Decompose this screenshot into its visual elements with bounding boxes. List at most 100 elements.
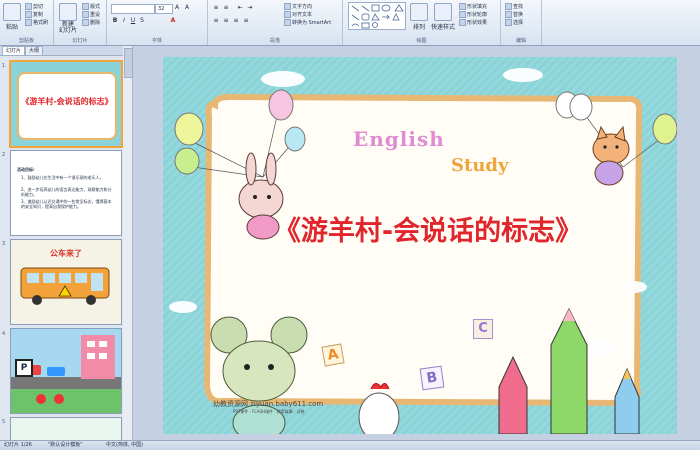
align-center-icon[interactable]: ≡: [222, 17, 230, 25]
slide-number: 1: [2, 63, 6, 69]
decrease-indent-icon[interactable]: ⇤: [236, 4, 244, 12]
copy-icon: [25, 11, 32, 18]
thumb2-heading: 活动目标:: [17, 167, 35, 172]
bus-icon: [20, 267, 110, 305]
smartart-icon: [284, 19, 291, 26]
text-direction-button[interactable]: 文字方向: [284, 3, 312, 10]
letter-block-c: C: [473, 319, 493, 339]
replace-button[interactable]: 替换: [505, 11, 523, 18]
effects-icon: [459, 19, 466, 26]
slide-canvas: English Study 《游羊村-会说话的标志》 A B C 幼教资源网 z…: [133, 46, 700, 440]
tab-outline[interactable]: 大纲: [25, 46, 44, 55]
align-text-button[interactable]: 对齐文本: [284, 11, 312, 18]
slide-number: 5: [2, 419, 6, 425]
align-text-icon: [284, 11, 291, 18]
slides-group: 新建 幻灯片 版式 重设 删除 幻灯片: [54, 0, 107, 45]
delete-slide-button[interactable]: 删除: [82, 19, 100, 26]
shapes-gallery-icons: [351, 4, 404, 29]
quick-styles-icon: [434, 3, 452, 21]
find-button[interactable]: 查找: [505, 3, 523, 10]
quick-styles-button[interactable]: 快速样式: [431, 3, 455, 35]
font-name-combo[interactable]: [111, 4, 155, 14]
slide-number: 3: [2, 241, 6, 247]
replace-icon: [505, 11, 512, 18]
watermark-subtext: PPT课件 · FLASH课件 · 教案故事 · 试卷: [233, 409, 305, 414]
select-icon: [505, 19, 512, 26]
arrange-icon: [410, 3, 428, 21]
editing-group: 查找 替换 选择 编辑: [501, 0, 542, 45]
editing-label: 编辑: [515, 38, 526, 44]
format-painter-button[interactable]: 格式刷: [25, 19, 48, 26]
smartart-button[interactable]: 转换为 SmartArt: [284, 19, 331, 26]
outline-icon: [459, 11, 466, 18]
font-group: 32 A A B I U S A 字体: [107, 0, 208, 45]
slide-number: 2: [2, 152, 6, 158]
letter-block-b: B: [419, 365, 445, 391]
shapes-gallery[interactable]: [348, 2, 406, 30]
shrink-font-button[interactable]: A: [183, 4, 191, 12]
reset-icon: [82, 11, 89, 18]
clipboard-group: 粘贴 剪切 复制 格式刷 剪贴板: [0, 0, 54, 45]
slide-thumbnail-1[interactable]: 《游羊村-会说话的标志》: [9, 60, 123, 148]
align-left-icon[interactable]: ≡: [212, 17, 220, 25]
paragraph-label: 段落: [269, 38, 280, 44]
slide-thumbnail-2[interactable]: 活动目标: 1、鼓励幼儿在生活中有一个很乐观的老乐人。 2、进一步培养幼儿的语言…: [10, 150, 122, 236]
panel-scrollbar[interactable]: [123, 46, 133, 440]
bold-button[interactable]: B: [111, 17, 119, 25]
slide-thumbnail-5[interactable]: [10, 417, 122, 441]
cut-button[interactable]: 剪切: [25, 3, 43, 10]
select-button[interactable]: 选择: [505, 19, 523, 26]
layout-icon: [82, 3, 89, 10]
align-right-icon[interactable]: ≡: [232, 17, 240, 25]
tab-slides[interactable]: 幻灯片: [2, 46, 26, 55]
copy-button[interactable]: 复制: [25, 11, 43, 18]
english-text: English: [353, 127, 445, 151]
parking-sign: P: [15, 359, 33, 377]
grow-font-button[interactable]: A: [173, 4, 181, 12]
thumb1-title: 《游羊村-会说话的标志》: [21, 97, 113, 106]
underline-button[interactable]: U: [129, 17, 137, 25]
numbering-icon[interactable]: ≡: [222, 4, 230, 12]
shape-effects-button[interactable]: 形状效果: [459, 19, 487, 26]
delete-icon: [82, 19, 89, 26]
shape-fill-button[interactable]: 形状填充: [459, 3, 487, 10]
font-size-combo[interactable]: 32: [155, 4, 173, 14]
slide-thumbnail-3[interactable]: 公车来了: [10, 239, 122, 325]
fill-icon: [459, 3, 466, 10]
arrange-button[interactable]: 排列: [409, 3, 429, 35]
new-slide-button[interactable]: 新建 幻灯片: [57, 3, 79, 35]
letter-block-a: A: [321, 343, 345, 367]
shape-outline-button[interactable]: 形状轮廓: [459, 11, 487, 18]
brush-icon: [25, 19, 32, 26]
panel-tabs: 幻灯片 大纲: [0, 46, 123, 56]
slide-number: 4: [2, 331, 6, 337]
watermark-text: 幼教资源网 ziyuan.baby611.com: [213, 400, 324, 408]
thumb2-line: 3、激励幼儿认识交通中的一些常见标志，懂得基本的安全知识，提高自我保护能力。: [21, 199, 112, 209]
scrollbar-thumb[interactable]: [124, 48, 133, 78]
reset-button[interactable]: 重设: [82, 11, 100, 18]
font-color-button[interactable]: A: [169, 17, 177, 25]
layout-button[interactable]: 版式: [82, 3, 100, 10]
thumb3-title: 公车来了: [50, 249, 82, 258]
justify-icon[interactable]: ≡: [242, 17, 250, 25]
thumb2-line: 2、进一步培养幼儿的语言表达能力、观察能力和分析能力。: [21, 187, 112, 197]
slides-panel: 幻灯片 大纲 1 《游羊村-会说话的标志》 2 活动目标: 1、鼓励幼儿在生活中…: [0, 46, 124, 441]
strikethrough-button[interactable]: S: [138, 17, 146, 25]
font-label: 字体: [151, 38, 162, 44]
slide-1[interactable]: English Study 《游羊村-会说话的标志》 A B C 幼教资源网 z…: [163, 57, 677, 434]
clipboard-label: 剪贴板: [18, 38, 34, 44]
study-text: Study: [451, 155, 509, 176]
new-slide-icon: [59, 3, 77, 21]
scissors-icon: [25, 3, 32, 10]
text-direction-icon: [284, 3, 291, 10]
slide-thumbnail-4[interactable]: P: [10, 328, 122, 414]
paste-button[interactable]: 粘贴: [2, 3, 22, 35]
drawing-group: 排列 快速样式 形状填充 形状轮廓 形状效果 绘图: [343, 0, 501, 45]
bullets-icon[interactable]: ≡: [212, 4, 220, 12]
ribbon: 粘贴 剪切 复制 格式刷 剪贴板 新建 幻灯片 版式 重设 删除 幻灯片 32 …: [0, 0, 700, 46]
slide-title[interactable]: 《游羊村-会说话的标志》: [203, 209, 653, 248]
italic-button[interactable]: I: [120, 17, 128, 25]
thumb2-line: 1、鼓励幼儿在生活中有一个很乐观的老乐人。: [21, 175, 104, 180]
paragraph-group: ≡ ≡ ⇤ ⇥ ≡ ≡ ≡ ≡ 文字方向 对齐文本 转换为 SmartArt 段…: [208, 0, 343, 45]
increase-indent-icon[interactable]: ⇥: [246, 4, 254, 12]
